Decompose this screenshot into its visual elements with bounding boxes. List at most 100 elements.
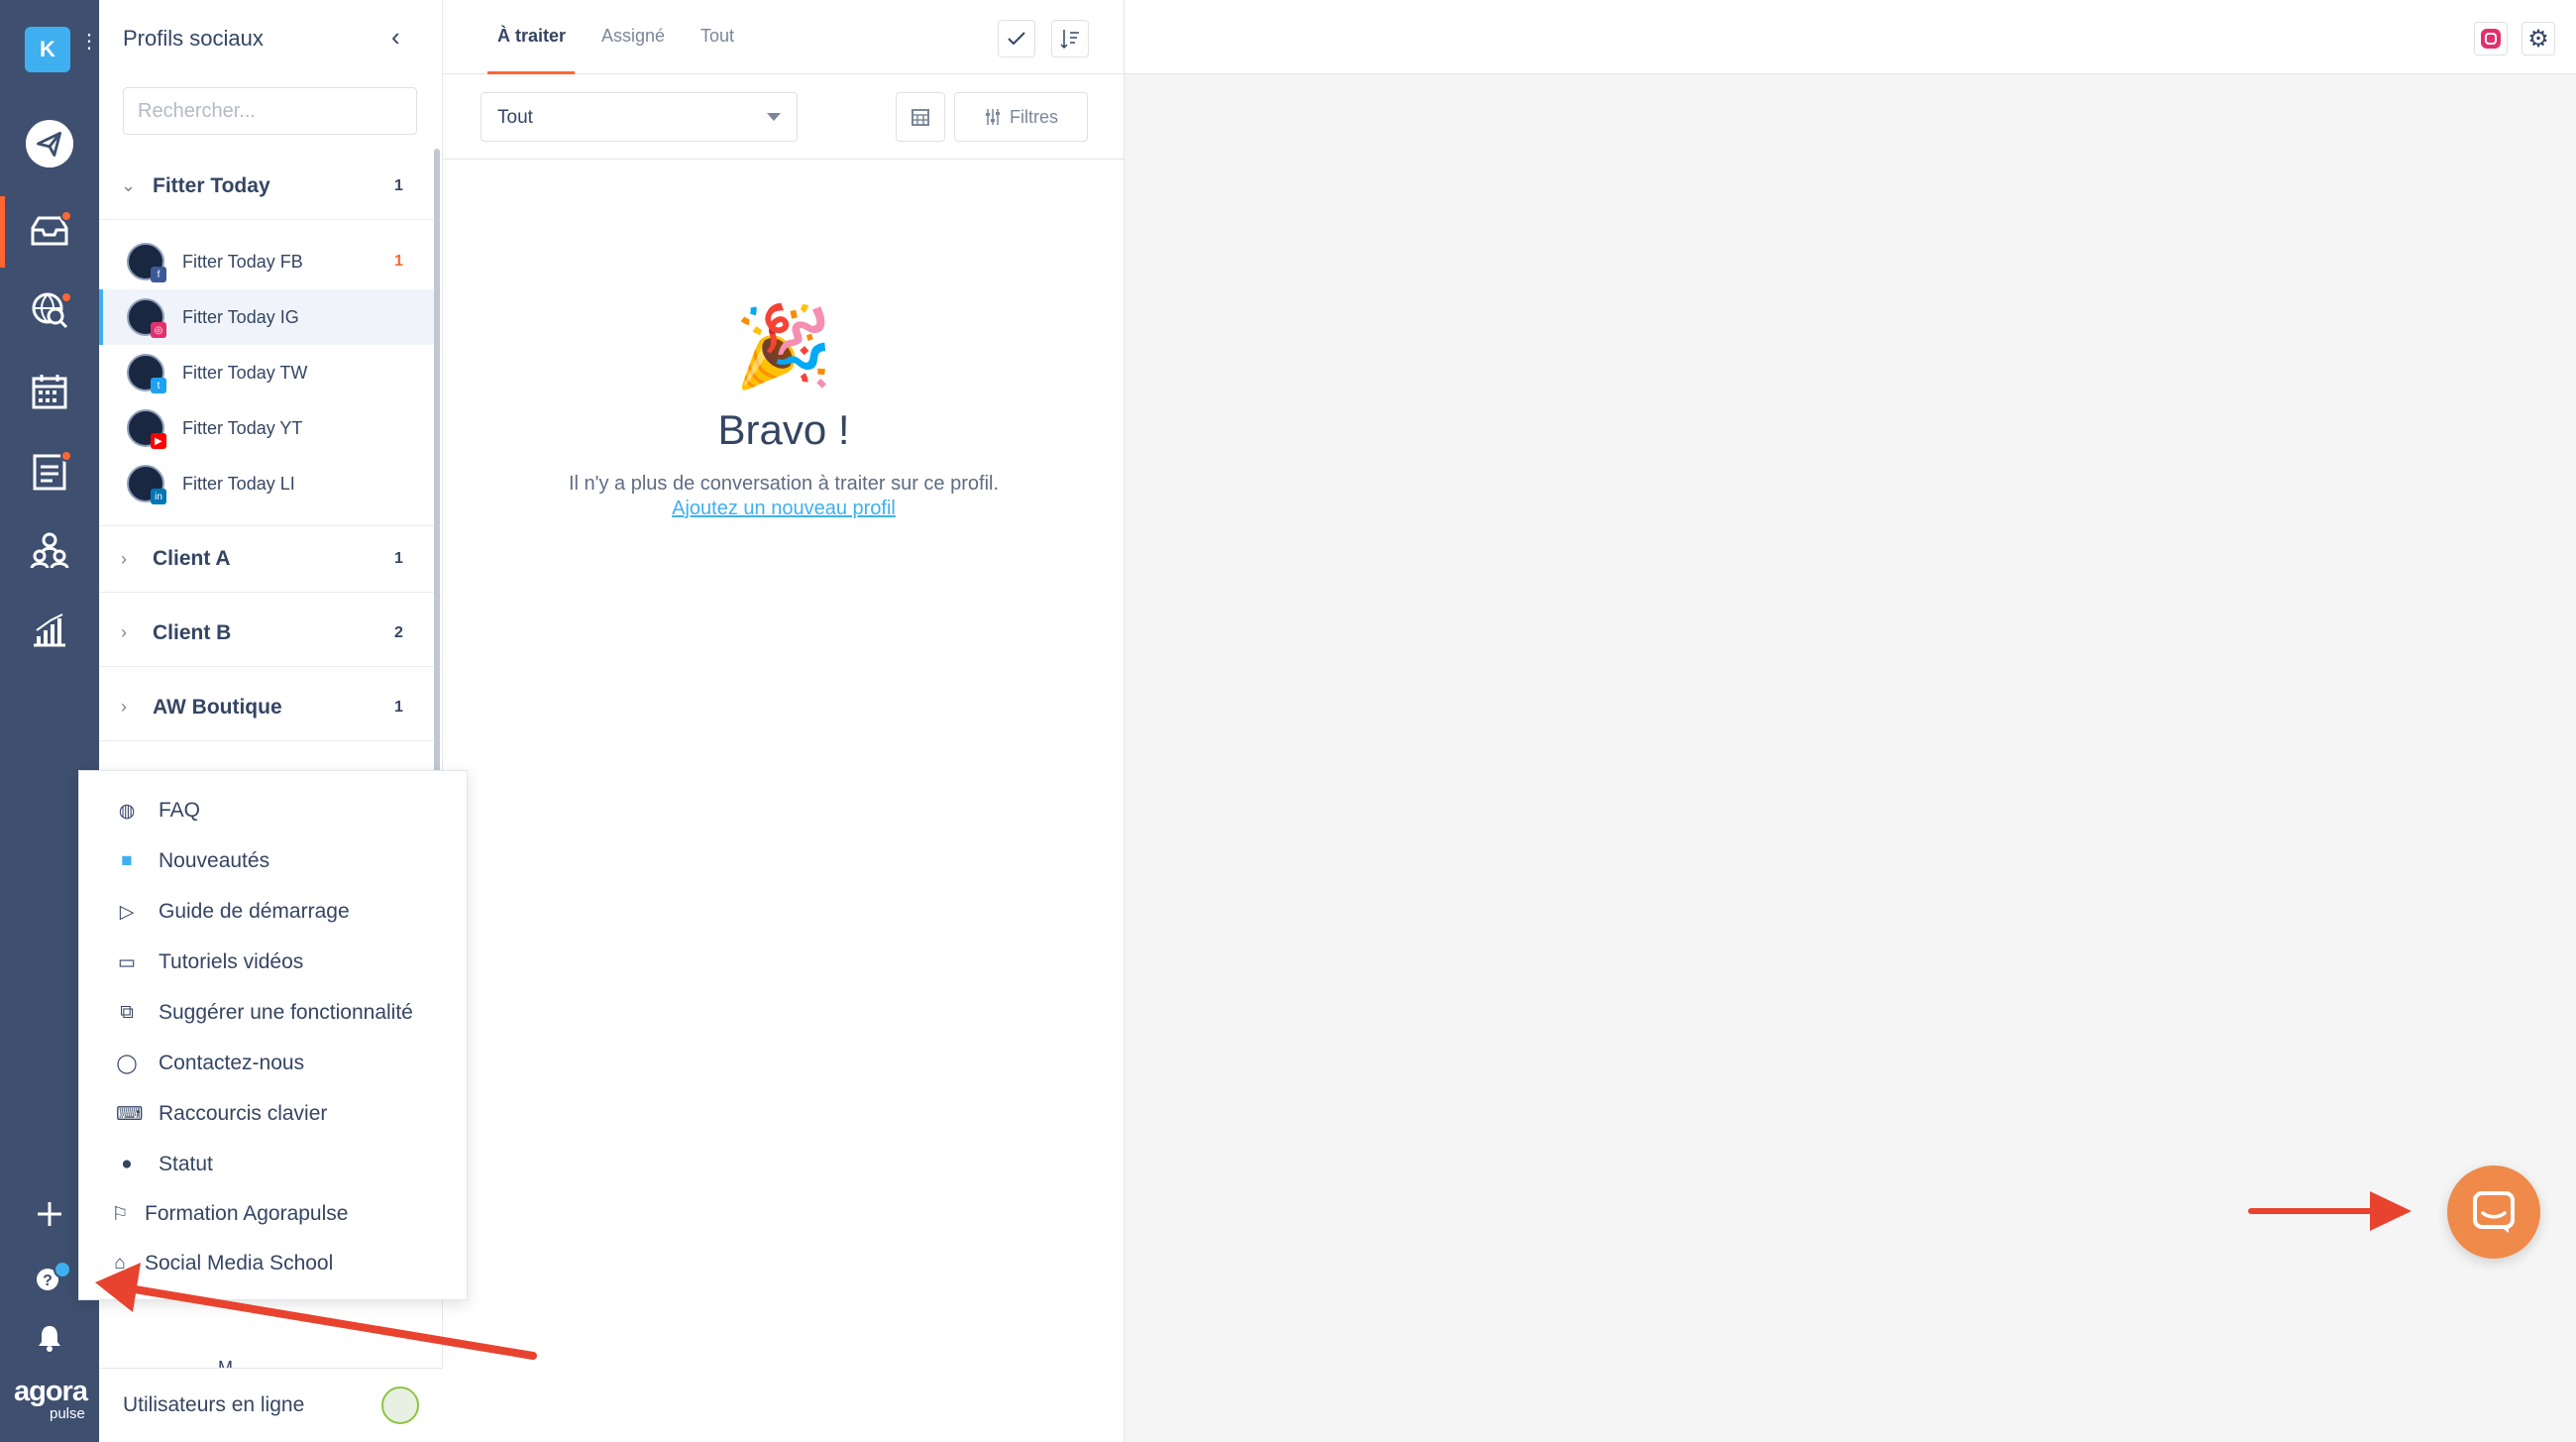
team-icon[interactable] xyxy=(25,525,74,575)
profile-item-fitter-today-li[interactable]: in Fitter Today LI xyxy=(99,456,434,511)
send-icon[interactable] xyxy=(25,119,74,168)
reports-icon[interactable] xyxy=(25,446,74,496)
online-user-avatar[interactable] xyxy=(381,1387,419,1424)
profile-search-input[interactable]: Rechercher... xyxy=(123,87,417,135)
inbox-notification-dot xyxy=(60,210,72,222)
training-icon: ⚐ xyxy=(111,1203,129,1225)
group-name: Fitter Today xyxy=(153,173,270,197)
mark-done-button[interactable] xyxy=(998,20,1035,57)
chevron-right-icon: › xyxy=(121,697,127,717)
calendar-icon[interactable] xyxy=(25,367,74,416)
school-icon: ⌂ xyxy=(114,1253,126,1274)
help-item-agorapulse-training[interactable]: ⚐ Formation Agorapulse xyxy=(79,1190,469,1238)
profile-item-fitter-today-ig[interactable]: ◎ Fitter Today IG xyxy=(99,289,434,345)
help-item-contact-us[interactable]: ◯ Contactez-nous xyxy=(79,1040,469,1087)
profile-item-fitter-today-tw[interactable]: t Fitter Today TW xyxy=(99,345,434,400)
linkedin-icon: in xyxy=(151,489,166,504)
instagram-icon: ◎ xyxy=(151,322,166,338)
sort-button[interactable] xyxy=(1051,20,1089,57)
date-filter-button[interactable] xyxy=(896,92,945,142)
chevron-right-icon: › xyxy=(121,548,127,569)
help-item-social-media-school[interactable]: ⌂ Social Media School xyxy=(79,1240,469,1287)
profile-item-fitter-today-fb[interactable]: f Fitter Today FB 1 xyxy=(99,234,434,289)
play-icon: ▷ xyxy=(119,901,135,923)
facebook-icon: f xyxy=(151,267,166,282)
group-count: 2 xyxy=(394,623,403,641)
info-icon: ● xyxy=(121,1154,133,1174)
tab-to-process[interactable]: À traiter xyxy=(497,26,566,47)
online-users-bar[interactable]: Utilisateurs en ligne xyxy=(99,1368,443,1442)
help-item-label: Nouveautés xyxy=(159,849,270,872)
help-icon[interactable]: ? xyxy=(25,1251,74,1300)
add-profile-link[interactable]: Ajoutez un nouveau profil xyxy=(443,498,1125,520)
help-item-whats-new[interactable]: ■ Nouveautés xyxy=(79,837,469,885)
inbox-icon[interactable] xyxy=(25,206,74,256)
chevron-down-icon: ⌄ xyxy=(121,175,137,195)
group-name: Client B xyxy=(153,620,232,644)
empty-state-title: Bravo ! xyxy=(717,406,850,453)
bell-icon[interactable] xyxy=(25,1313,74,1363)
empty-state: 🎉 Bravo ! Il n'y a plus de conversation … xyxy=(443,297,1125,520)
help-item-label: Tutoriels vidéos xyxy=(159,950,304,973)
support-chat-launcher[interactable] xyxy=(2447,1165,2540,1259)
party-popper-icon: 🎉 xyxy=(734,302,833,390)
profiles-title: Profils sociaux xyxy=(123,26,264,51)
filters-label: Filtres xyxy=(1010,106,1058,127)
help-item-label: FAQ xyxy=(159,799,201,822)
group-count: 1 xyxy=(394,550,403,567)
profile-name: Fitter Today TW xyxy=(182,362,308,383)
profile-group-client-b[interactable]: › Client B 2 xyxy=(99,600,434,667)
help-item-suggest-feature[interactable]: ⧉ Suggérer une fonctionnalité xyxy=(79,989,469,1037)
profile-avatar: in xyxy=(127,465,166,504)
tab-all[interactable]: Tout xyxy=(700,26,734,47)
group-count: 1 xyxy=(394,698,403,716)
filters-button[interactable]: Filtres xyxy=(954,92,1088,142)
youtube-icon: ▶ xyxy=(151,433,166,449)
globe-icon: ◍ xyxy=(118,800,136,822)
svg-text:?: ? xyxy=(43,1273,53,1289)
agora-logo: agora xyxy=(14,1376,88,1407)
profile-avatar: ▶ xyxy=(127,409,166,449)
inbox-column: À traiter Assigné Tout Tout Filtres 🎉 Br… xyxy=(443,0,1125,1442)
chat-launcher-icon xyxy=(2473,1191,2515,1233)
profile-name: Fitter Today LI xyxy=(182,473,295,494)
inbox-tabs: À traiter Assigné Tout xyxy=(443,0,1125,74)
help-item-label: Raccourcis clavier xyxy=(159,1102,328,1125)
empty-state-message: Il n'y a plus de conversation à traiter … xyxy=(568,473,1000,495)
active-nav-indicator xyxy=(0,196,5,268)
listening-icon[interactable] xyxy=(25,285,74,335)
group-name: AW Boutique xyxy=(153,695,282,719)
help-item-getting-started[interactable]: ▷ Guide de démarrage xyxy=(79,888,469,936)
workspace-avatar[interactable]: K xyxy=(25,27,70,72)
collapse-panel-icon[interactable]: ‹ xyxy=(391,22,400,53)
help-menu-dropdown: ◍ FAQ ■ Nouveautés ▷ Guide de démarrage … xyxy=(78,770,468,1300)
tab-assigned[interactable]: Assigné xyxy=(601,26,665,47)
help-item-faq[interactable]: ◍ FAQ xyxy=(79,787,469,834)
plus-icon[interactable] xyxy=(25,1189,74,1239)
profile-avatar: t xyxy=(127,354,166,393)
detail-toolbar: ⚙ xyxy=(1125,0,2576,74)
help-item-status[interactable]: ● Statut xyxy=(79,1141,469,1188)
conversation-type-select[interactable]: Tout xyxy=(481,92,798,142)
workspace-menu-icon[interactable]: ⋮ xyxy=(79,32,99,61)
help-item-video-tutorials[interactable]: ▭ Tutoriels vidéos xyxy=(79,939,469,986)
analytics-icon[interactable] xyxy=(25,605,74,654)
profiles-scrollbar[interactable] xyxy=(434,149,440,773)
settings-button[interactable]: ⚙ xyxy=(2522,22,2555,55)
profile-name: Fitter Today IG xyxy=(182,306,299,327)
profile-group-fitter-today[interactable]: ⌄ Fitter Today 1 xyxy=(99,153,434,220)
select-value: Tout xyxy=(497,107,533,128)
profile-group-client-a[interactable]: › Client A 1 xyxy=(99,525,434,593)
help-item-keyboard-shortcuts[interactable]: ⌨ Raccourcis clavier xyxy=(79,1090,469,1138)
gift-icon: ■ xyxy=(121,850,133,871)
online-users-label: Utilisateurs en ligne xyxy=(123,1393,305,1416)
profile-name: Fitter Today FB xyxy=(182,251,303,272)
profile-group-aw-boutique[interactable]: › AW Boutique 1 xyxy=(99,674,434,741)
profile-name: Fitter Today YT xyxy=(182,417,303,438)
instagram-profile-button[interactable] xyxy=(2474,22,2508,55)
help-item-label: Statut xyxy=(159,1153,213,1175)
keyboard-icon: ⌨ xyxy=(116,1103,144,1125)
suggest-icon: ⧉ xyxy=(120,1002,134,1023)
group-count: 1 xyxy=(394,176,403,194)
profile-item-fitter-today-yt[interactable]: ▶ Fitter Today YT xyxy=(99,400,434,456)
